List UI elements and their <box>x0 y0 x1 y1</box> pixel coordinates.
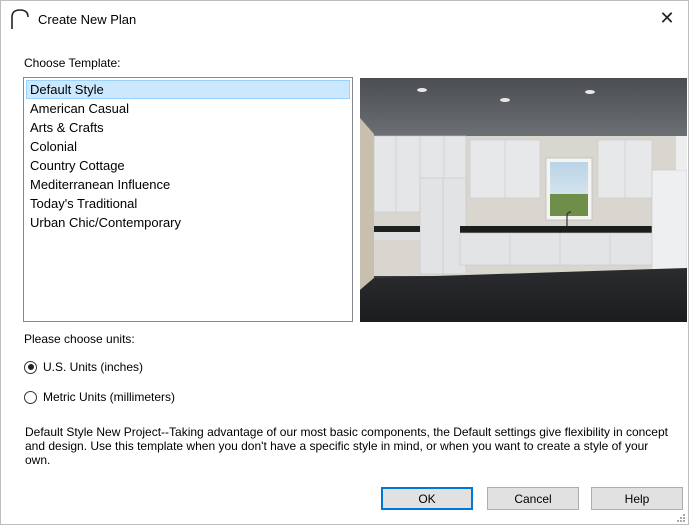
choose-template-label: Choose Template: <box>24 56 121 70</box>
template-listbox[interactable]: Default Style American Casual Arts & Cra… <box>23 77 353 322</box>
metric-units-radio[interactable] <box>24 390 37 404</box>
window-title: Create New Plan <box>38 12 137 27</box>
create-new-plan-dialog: Create New Plan ✕ Choose Template: Defau… <box>0 0 689 525</box>
close-icon[interactable]: ✕ <box>646 1 688 35</box>
title-bar: Create New Plan ✕ <box>1 1 688 37</box>
choose-units-label: Please choose units: <box>24 332 135 346</box>
template-item[interactable]: American Casual <box>26 99 350 118</box>
arch-icon <box>9 8 31 30</box>
metric-units-label: Metric Units (millimeters) <box>43 390 175 404</box>
template-description: Default Style New Project--Taking advant… <box>25 425 668 467</box>
us-units-radio[interactable] <box>24 360 37 374</box>
template-item[interactable]: Urban Chic/Contemporary <box>26 213 350 232</box>
ok-button[interactable]: OK <box>381 487 473 510</box>
template-item[interactable]: Colonial <box>26 137 350 156</box>
template-item[interactable]: Today's Traditional <box>26 194 350 213</box>
cancel-button[interactable]: Cancel <box>487 487 579 510</box>
us-units-label: U.S. Units (inches) <box>43 360 144 374</box>
help-button[interactable]: Help <box>591 487 683 510</box>
us-units-radio-option[interactable]: U.S. Units (inches) <box>24 359 143 375</box>
template-item[interactable]: Default Style <box>26 80 350 99</box>
template-item[interactable]: Arts & Crafts <box>26 118 350 137</box>
template-preview-image <box>360 78 687 322</box>
resize-grip-icon[interactable] <box>676 512 686 522</box>
metric-units-radio-option[interactable]: Metric Units (millimeters) <box>24 389 175 405</box>
template-item[interactable]: Country Cottage <box>26 156 350 175</box>
template-item[interactable]: Mediterranean Influence <box>26 175 350 194</box>
